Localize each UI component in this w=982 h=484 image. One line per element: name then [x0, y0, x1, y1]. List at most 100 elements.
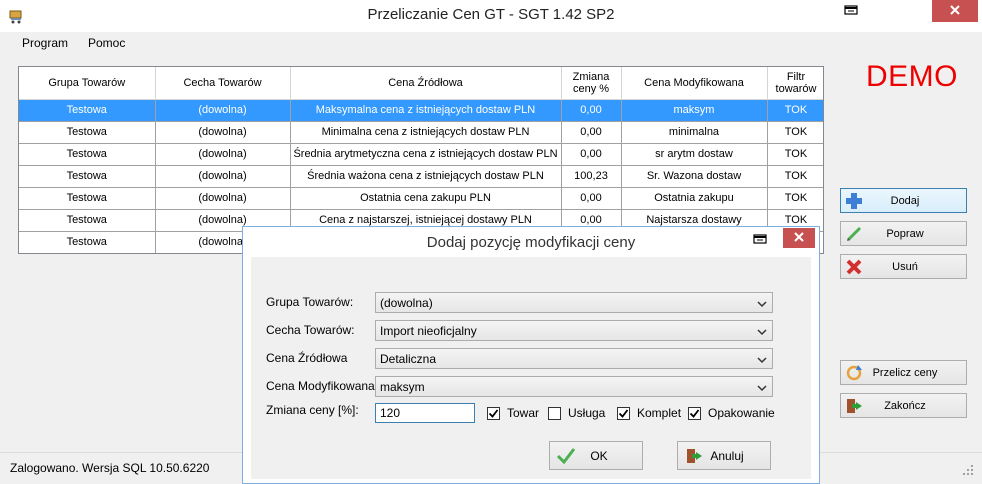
cancel-button[interactable]: Anuluj — [677, 441, 771, 470]
title-bar: Przeliczanie Cen GT - SGT 1.42 SP2 — [0, 0, 982, 32]
cell-modified-price[interactable]: Ostatnia zakupu — [621, 187, 768, 210]
cell-group[interactable]: Testowa — [19, 209, 156, 232]
feature-label: Cecha Towarów: — [266, 323, 355, 337]
chevron-down-icon — [757, 354, 767, 364]
table-row[interactable]: Testowa (dowolna) Minimalna cena z istniej… — [19, 121, 823, 144]
exit-button[interactable]: Zakończ — [840, 393, 967, 418]
close-button[interactable] — [932, 0, 978, 22]
edit-button[interactable]: Popraw — [840, 221, 967, 246]
table-row[interactable]: Testowa (dowolna) Średnia arytmetyczna cen… — [19, 143, 823, 166]
dialog-title: Dodaj pozycję modyfikacji ceny — [426, 234, 636, 251]
col-header-change[interactable]: Zmiana ceny % — [561, 67, 622, 100]
checkbox-komplet-box[interactable] — [617, 406, 630, 420]
cell-group[interactable]: Testowa — [19, 99, 156, 122]
cell-change[interactable]: 0,00 — [561, 187, 622, 210]
cell-modified-price[interactable]: Sr. Wazona dostaw — [621, 165, 768, 188]
source-price-label: Cena Źródłowa — [266, 351, 348, 365]
modified-price-combo[interactable]: maksym — [375, 376, 773, 397]
exit-door-icon — [682, 445, 706, 467]
col-header-modified-price[interactable]: Cena Modyfikowana — [621, 67, 768, 100]
cell-filter[interactable]: TOK — [767, 99, 823, 122]
cell-modified-price[interactable]: sr arytm dostaw — [621, 143, 768, 166]
cell-feature[interactable]: (dowolna) — [155, 99, 291, 122]
menu-program[interactable]: Program — [22, 36, 68, 50]
dialog-close-button[interactable] — [783, 228, 815, 248]
col-header-group[interactable]: Grupa Towarów — [19, 67, 156, 100]
cell-filter[interactable]: TOK — [767, 187, 823, 210]
cell-modified-price[interactable]: maksym — [621, 99, 768, 122]
cell-feature[interactable]: (dowolna) — [155, 187, 291, 210]
dialog-restore-button[interactable] — [747, 231, 773, 249]
plus-icon — [844, 191, 864, 211]
cell-feature[interactable]: (dowolna) — [155, 143, 291, 166]
table-row[interactable]: Testowa (dowolna) Średnia ważona cena z is… — [19, 165, 823, 188]
table-row[interactable]: Testowa (dowolna) Maksymalna cena z istnie… — [19, 99, 823, 122]
cell-feature[interactable]: (dowolna) — [155, 121, 291, 144]
checkbox-usluga-box[interactable] — [548, 406, 561, 420]
add-button[interactable]: Dodaj — [840, 188, 967, 213]
checkbox-komplet-label: Komplet — [637, 406, 682, 420]
cell-filter[interactable]: TOK — [767, 121, 823, 144]
checkbox-towar-box[interactable] — [487, 406, 500, 420]
cell-feature[interactable]: (dowolna) — [155, 165, 291, 188]
col-header-feature[interactable]: Cecha Towarów — [155, 67, 291, 100]
pencil-icon — [844, 224, 864, 244]
edit-button-label: Popraw — [886, 227, 924, 240]
cell-group[interactable]: Testowa — [19, 121, 156, 144]
menu-bar: Program Pomoc — [0, 32, 982, 56]
cell-source-price[interactable]: Średnia ważona cena z istniejących dosta… — [290, 165, 562, 188]
cell-source-price[interactable]: Maksymalna cena z istniejących dostaw PL… — [290, 99, 562, 122]
add-button-label: Dodaj — [890, 194, 920, 207]
cell-change[interactable]: 0,00 — [561, 143, 622, 166]
cell-group[interactable]: Testowa — [19, 143, 156, 166]
checkbox-opakowanie-label: Opakowanie — [708, 406, 775, 420]
col-header-source-price[interactable]: Cena Źródłowa — [290, 67, 562, 100]
cell-group[interactable]: Testowa — [19, 165, 156, 188]
checkbox-towar[interactable]: Towar — [487, 406, 539, 420]
add-price-modification-dialog: Dodaj pozycję modyfikacji ceny Grupa Tow… — [242, 226, 820, 484]
cell-change[interactable]: 0,00 — [561, 99, 622, 122]
restore-button[interactable] — [834, 0, 868, 22]
exit-door-icon — [844, 396, 864, 416]
resize-grip-icon[interactable] — [962, 464, 974, 476]
dialog-title-bar: Dodaj pozycję modyfikacji ceny — [243, 227, 819, 257]
checkbox-opakowanie-box[interactable] — [688, 406, 701, 420]
checkbox-usluga-label: Usługa — [568, 406, 606, 420]
cell-filter[interactable]: TOK — [767, 143, 823, 166]
menu-pomoc[interactable]: Pomoc — [88, 36, 125, 50]
checkmark-icon — [554, 445, 578, 467]
price-change-label: Zmiana ceny [%]: — [266, 403, 359, 417]
source-price-combo-value: Detaliczna — [380, 352, 437, 366]
col-header-filter[interactable]: Filtr towarów — [767, 67, 823, 100]
cell-change[interactable]: 0,00 — [561, 121, 622, 144]
chevron-down-icon — [757, 326, 767, 336]
cell-source-price[interactable]: Ostatnia cena zakupu PLN — [290, 187, 562, 210]
modified-price-label: Cena Modyfikowana: — [266, 379, 379, 393]
cell-source-price[interactable]: Minimalna cena z istniejących dostaw PLN — [290, 121, 562, 144]
modified-price-combo-value: maksym — [380, 380, 425, 394]
source-price-combo[interactable]: Detaliczna — [375, 348, 773, 369]
cell-modified-price[interactable]: minimalna — [621, 121, 768, 144]
cell-change[interactable]: 100,23 — [561, 165, 622, 188]
cell-group[interactable]: Testowa — [19, 231, 156, 253]
feature-combo[interactable]: Import nieoficjalny — [375, 320, 773, 341]
checkbox-komplet[interactable]: Komplet — [617, 406, 681, 420]
checkbox-usluga[interactable]: Usługa — [548, 406, 605, 420]
group-label: Grupa Towarów: — [266, 295, 354, 309]
feature-combo-value: Import nieoficjalny — [380, 324, 477, 338]
table-row[interactable]: Testowa (dowolna) Ostatnia cena zakupu PLN… — [19, 187, 823, 210]
chevron-down-icon — [757, 382, 767, 392]
restore-icon — [844, 4, 858, 18]
price-change-input[interactable] — [375, 403, 475, 423]
cell-group[interactable]: Testowa — [19, 187, 156, 210]
recalc-prices-button[interactable]: Przelicz ceny — [840, 360, 967, 385]
cell-filter[interactable]: TOK — [767, 165, 823, 188]
delete-x-icon — [844, 257, 864, 277]
exit-button-label: Zakończ — [884, 399, 926, 412]
cell-source-price[interactable]: Średnia arytmetyczna cena z istniejących… — [290, 143, 562, 166]
checkbox-opakowanie[interactable]: Opakowanie — [688, 406, 775, 420]
delete-button[interactable]: Usuń — [840, 254, 967, 279]
dialog-body: Grupa Towarów: (dowolna) Cecha Towarów: … — [251, 257, 811, 479]
ok-button[interactable]: OK — [549, 441, 643, 470]
group-combo[interactable]: (dowolna) — [375, 292, 773, 313]
